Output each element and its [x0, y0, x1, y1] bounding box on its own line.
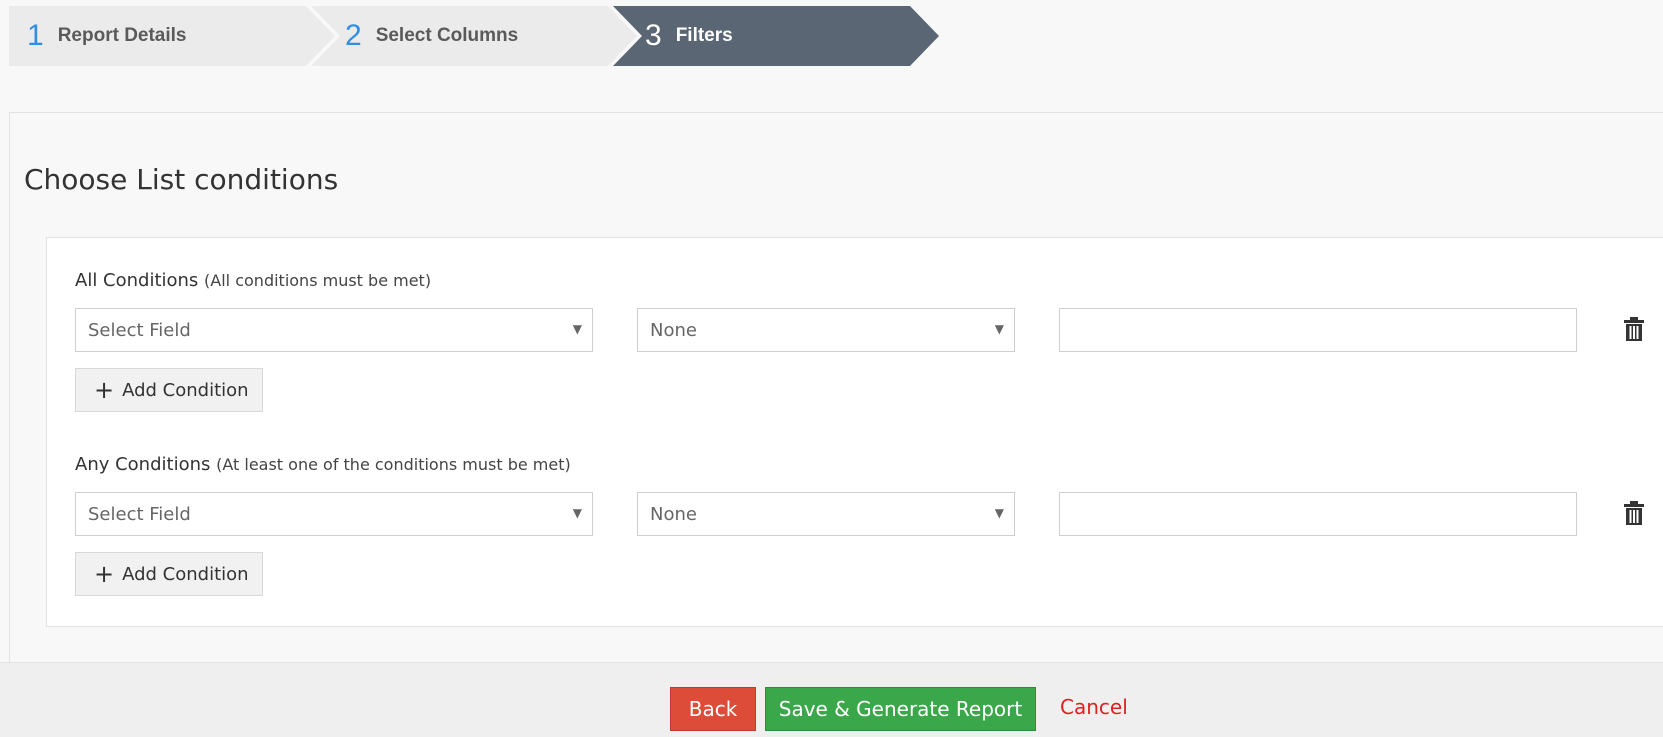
- add-condition-label: Add Condition: [122, 379, 249, 401]
- caret-down-icon: ▼: [994, 506, 1004, 520]
- all-field-select-value: Select Field: [88, 319, 191, 341]
- plus-icon: +: [94, 560, 115, 588]
- any-field-select-value: Select Field: [88, 503, 191, 525]
- plus-icon: +: [94, 376, 115, 404]
- conditions-box: All Conditions (All conditions must be m…: [46, 237, 1663, 627]
- step-select-columns[interactable]: 2 Select Columns: [345, 6, 518, 66]
- add-all-condition-button[interactable]: + Add Condition: [75, 368, 263, 412]
- all-conditions-hint: (All conditions must be met): [204, 271, 432, 290]
- trash-icon[interactable]: [1623, 500, 1645, 526]
- caret-down-icon: ▼: [572, 322, 582, 336]
- all-operator-select[interactable]: None ▼: [637, 308, 1015, 352]
- back-button[interactable]: Back: [670, 687, 756, 731]
- caret-down-icon: ▼: [572, 506, 582, 520]
- step-number: 1: [27, 19, 44, 52]
- all-conditions-label: All Conditions: [75, 270, 199, 291]
- all-conditions-title: All Conditions (All conditions must be m…: [75, 270, 431, 291]
- any-value-input[interactable]: [1059, 492, 1577, 536]
- any-conditions-label: Any Conditions: [75, 454, 211, 475]
- any-operator-select[interactable]: None ▼: [637, 492, 1015, 536]
- wizard-steps: 1 Report Details 2 Select Columns 3 Filt…: [9, 6, 1009, 66]
- trash-icon[interactable]: [1623, 316, 1645, 342]
- cancel-link[interactable]: Cancel: [1060, 695, 1128, 719]
- step-label: Select Columns: [375, 25, 519, 46]
- footer-bar: Back Save & Generate Report Cancel: [0, 662, 1663, 737]
- filters-panel: Choose List conditions All Conditions (A…: [9, 112, 1663, 668]
- save-generate-report-button[interactable]: Save & Generate Report: [765, 687, 1036, 731]
- any-conditions-hint: (At least one of the conditions must be …: [216, 455, 571, 474]
- any-conditions-title: Any Conditions (At least one of the cond…: [75, 454, 571, 475]
- step-report-details[interactable]: 1 Report Details: [27, 6, 187, 66]
- step-label: Filters: [675, 25, 733, 46]
- all-field-select[interactable]: Select Field ▼: [75, 308, 593, 352]
- caret-down-icon: ▼: [994, 322, 1004, 336]
- any-field-select[interactable]: Select Field ▼: [75, 492, 593, 536]
- step-number: 2: [345, 19, 362, 52]
- any-operator-select-value: None: [650, 503, 697, 525]
- all-operator-select-value: None: [650, 319, 697, 341]
- add-condition-label: Add Condition: [122, 563, 249, 585]
- step-label: Report Details: [57, 25, 187, 46]
- step-number: 3: [645, 19, 662, 52]
- step-filters[interactable]: 3 Filters: [645, 6, 733, 66]
- add-any-condition-button[interactable]: + Add Condition: [75, 552, 263, 596]
- page-title: Choose List conditions: [24, 163, 339, 196]
- all-value-input[interactable]: [1059, 308, 1577, 352]
